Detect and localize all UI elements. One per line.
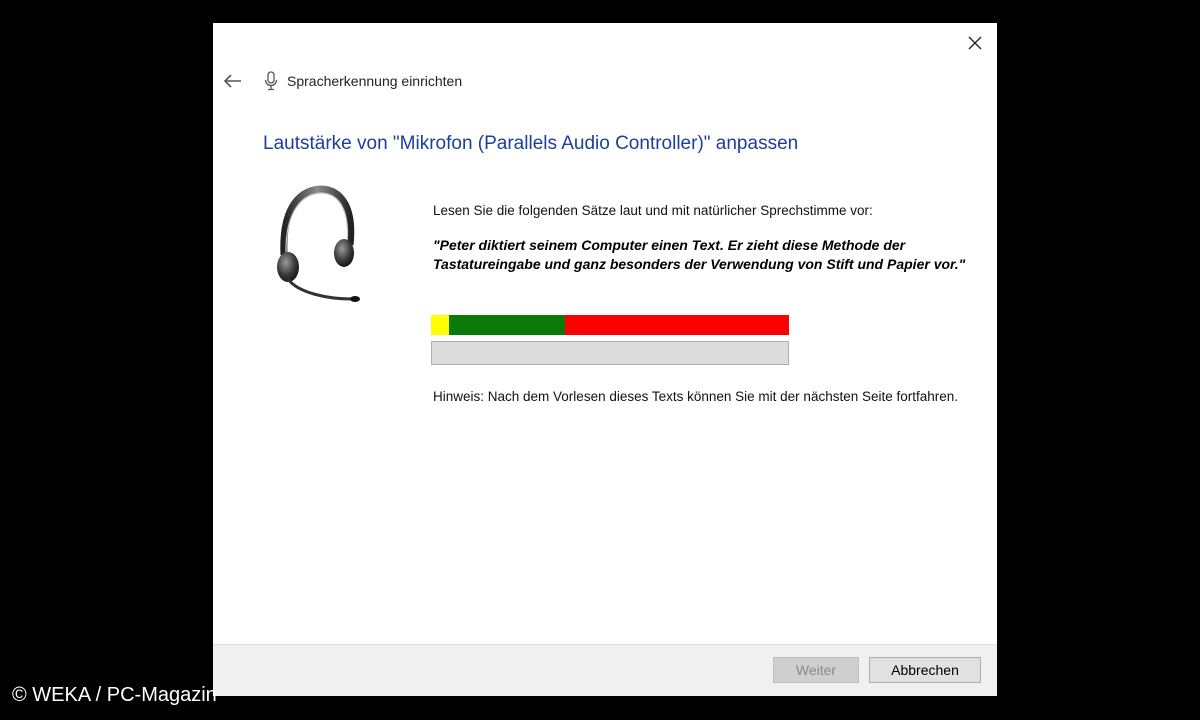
back-button[interactable] [223, 71, 243, 91]
back-arrow-icon [224, 74, 241, 88]
button-bar: Weiter Abbrechen [213, 644, 997, 696]
content: Lesen Sie die folgenden Sätze laut und m… [433, 203, 973, 274]
microphone-icon [263, 71, 279, 91]
title-bar: Spracherkennung einrichten [223, 69, 462, 93]
watermark: © WEKA / PC-Magazin [12, 684, 217, 706]
setup-dialog: Spracherkennung einrichten Lautstärke vo… [213, 23, 997, 696]
volume-scale [431, 315, 789, 335]
close-icon [968, 36, 982, 50]
volume-scale-good [449, 315, 565, 335]
next-button[interactable]: Weiter [773, 657, 859, 683]
hint-text: Hinweis: Nach dem Vorlesen dieses Texts … [433, 389, 959, 404]
volume-scale-low [431, 315, 449, 335]
close-button[interactable] [963, 31, 987, 55]
page-title: Lautstärke von "Mikrofon (Parallels Audi… [263, 133, 799, 154]
window-title: Spracherkennung einrichten [287, 73, 463, 89]
instruction-text: Lesen Sie die folgenden Sätze laut und m… [433, 203, 873, 218]
read-aloud-sentence: "Peter diktiert seinem Computer einen Te… [433, 237, 966, 272]
volume-level-bar [431, 341, 789, 365]
headset-icon [277, 185, 360, 302]
cancel-button[interactable]: Abbrechen [869, 657, 981, 683]
volume-scale-high [565, 315, 789, 335]
